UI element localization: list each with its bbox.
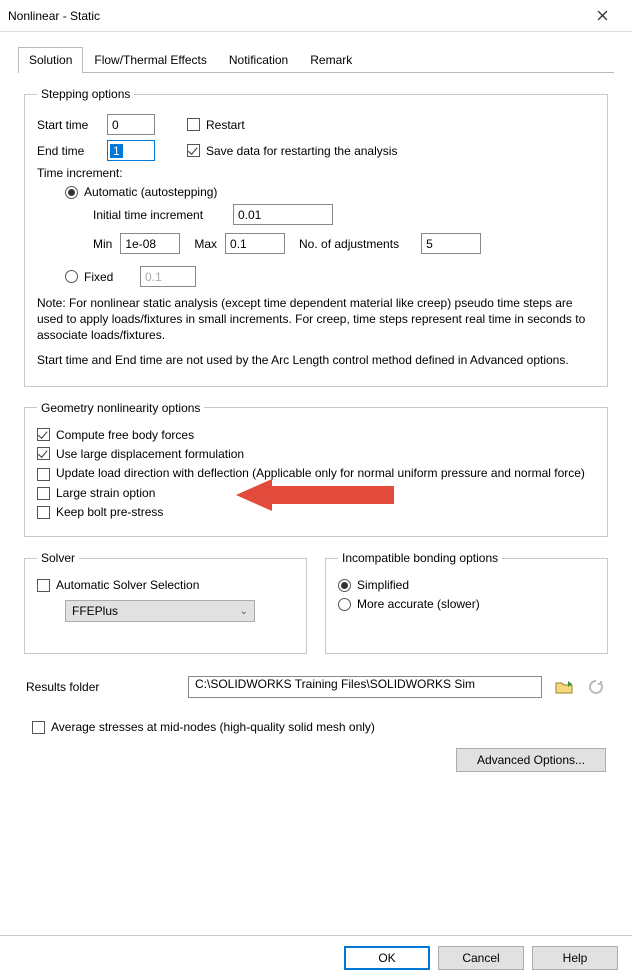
large-disp-label: Use large displacement formulation — [56, 447, 244, 461]
solver-group: Solver Automatic Solver Selection FFEPlu… — [24, 551, 307, 654]
geometry-legend: Geometry nonlinearity options — [37, 401, 204, 415]
stepping-note1: Note: For nonlinear static analysis (exc… — [37, 295, 595, 344]
chevron-down-icon: ⌄ — [240, 606, 248, 617]
tab-flow-thermal[interactable]: Flow/Thermal Effects — [83, 47, 217, 73]
close-button[interactable] — [580, 2, 624, 30]
time-increment-label: Time increment: — [37, 166, 123, 180]
large-strain-checkbox[interactable] — [37, 487, 50, 500]
advanced-options-button[interactable]: Advanced Options... — [456, 748, 606, 772]
save-data-checkbox[interactable] — [187, 144, 200, 157]
incompatible-group: Incompatible bonding options Simplified … — [325, 551, 608, 654]
average-stresses-label: Average stresses at mid-nodes (high-qual… — [51, 720, 375, 734]
simplified-label: Simplified — [357, 578, 409, 592]
automatic-label: Automatic (autostepping) — [84, 185, 217, 199]
accurate-label: More accurate (slower) — [357, 597, 480, 611]
adjustments-label: No. of adjustments — [299, 237, 399, 251]
tab-notification[interactable]: Notification — [218, 47, 299, 73]
auto-solver-checkbox[interactable] — [37, 579, 50, 592]
incompatible-legend: Incompatible bonding options — [338, 551, 502, 565]
auto-solver-label: Automatic Solver Selection — [56, 578, 199, 592]
dialog-footer: OK Cancel Help — [0, 935, 632, 980]
stepping-group: Stepping options Start time Restart End … — [24, 87, 608, 387]
end-time-label: End time — [37, 144, 107, 158]
large-strain-label: Large strain option — [56, 486, 155, 500]
max-label: Max — [194, 237, 217, 251]
refresh-icon[interactable] — [586, 677, 606, 697]
simplified-radio[interactable] — [338, 579, 351, 592]
min-input[interactable] — [120, 233, 180, 254]
update-load-label: Update load direction with deflection (A… — [56, 466, 585, 482]
update-load-checkbox[interactable] — [37, 468, 50, 481]
solver-select[interactable]: FFEPlus ⌄ — [65, 600, 255, 622]
end-time-input[interactable]: 1 — [107, 140, 155, 161]
help-button[interactable]: Help — [532, 946, 618, 970]
fixed-input — [140, 266, 196, 287]
window-title: Nonlinear - Static — [8, 9, 580, 23]
start-time-label: Start time — [37, 118, 107, 132]
fixed-radio[interactable] — [65, 270, 78, 283]
free-body-label: Compute free body forces — [56, 428, 194, 442]
save-data-label: Save data for restarting the analysis — [206, 144, 397, 158]
start-time-input[interactable] — [107, 114, 155, 135]
results-folder-label: Results folder — [26, 680, 176, 694]
tab-remark[interactable]: Remark — [299, 47, 363, 73]
solver-legend: Solver — [37, 551, 79, 565]
geometry-group: Geometry nonlinearity options Compute fr… — [24, 401, 608, 538]
large-disp-checkbox[interactable] — [37, 447, 50, 460]
initial-increment-label: Initial time increment — [93, 208, 233, 222]
bolt-prestress-checkbox[interactable] — [37, 506, 50, 519]
accurate-radio[interactable] — [338, 598, 351, 611]
max-input[interactable] — [225, 233, 285, 254]
average-stresses-checkbox[interactable] — [32, 721, 45, 734]
adjustments-input[interactable] — [421, 233, 481, 254]
fixed-label: Fixed — [84, 270, 140, 284]
titlebar: Nonlinear - Static — [0, 0, 632, 32]
tab-bar: Solution Flow/Thermal Effects Notificati… — [18, 46, 614, 73]
bolt-prestress-label: Keep bolt pre-stress — [56, 505, 163, 519]
stepping-legend: Stepping options — [37, 87, 134, 101]
tab-solution[interactable]: Solution — [18, 47, 83, 73]
restart-label: Restart — [206, 118, 245, 132]
browse-folder-icon[interactable] — [554, 677, 574, 697]
ok-button[interactable]: OK — [344, 946, 430, 970]
solver-selected: FFEPlus — [72, 604, 118, 618]
stepping-note2: Start time and End time are not used by … — [37, 352, 595, 368]
cancel-button[interactable]: Cancel — [438, 946, 524, 970]
automatic-radio[interactable] — [65, 186, 78, 199]
free-body-checkbox[interactable] — [37, 428, 50, 441]
initial-increment-input[interactable] — [233, 204, 333, 225]
restart-checkbox[interactable] — [187, 118, 200, 131]
results-folder-input[interactable]: C:\SOLIDWORKS Training Files\SOLIDWORKS … — [188, 676, 542, 698]
min-label: Min — [93, 237, 112, 251]
